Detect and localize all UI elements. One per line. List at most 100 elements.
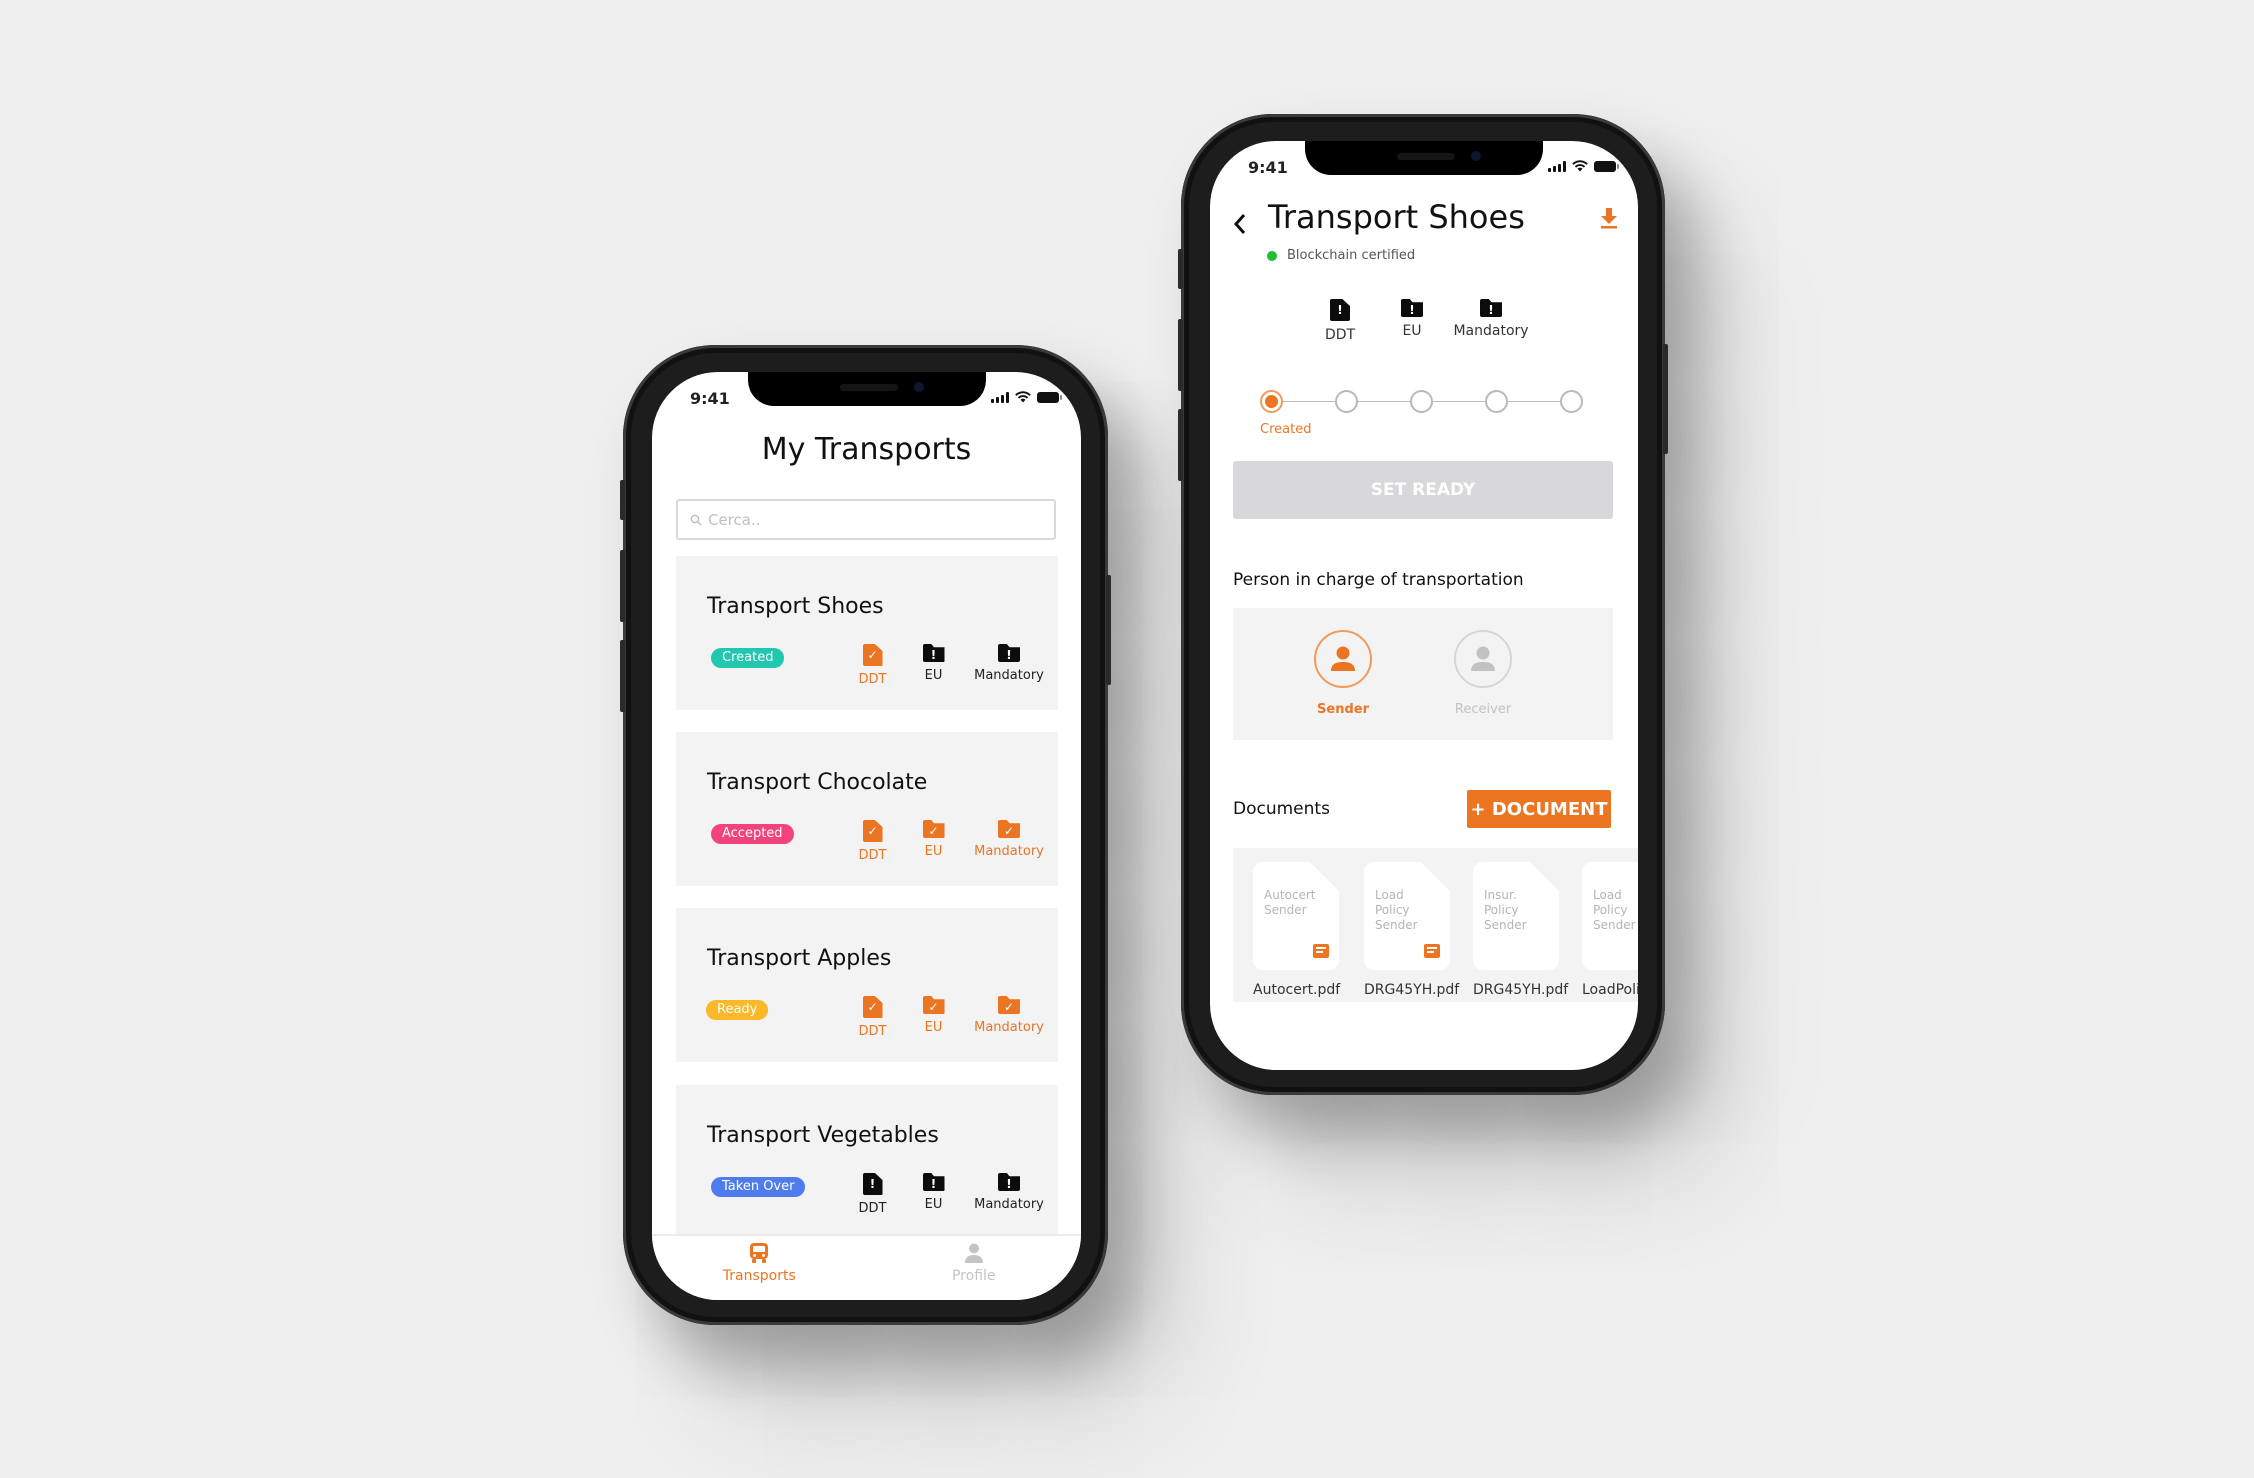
doc-status-ddt: ! DDT	[842, 1173, 903, 1216]
doc-label: DDT	[1324, 327, 1356, 343]
power-button	[1106, 575, 1111, 685]
status-badge: Created	[711, 648, 785, 668]
step-1	[1260, 390, 1283, 413]
transport-card[interactable]: Transport Chocolate Accepted ✓ DDT ✓ EU ✓ M…	[676, 732, 1058, 886]
document-type: Load Policy	[1593, 888, 1628, 917]
status-badge: Accepted	[711, 824, 794, 844]
add-document-button[interactable]: + DOCUMENT	[1467, 790, 1611, 828]
status-time: 9:41	[690, 389, 730, 408]
search-icon	[690, 514, 702, 525]
avatar	[1314, 630, 1372, 688]
folder-check-icon: ✓	[922, 996, 945, 1014]
step-2	[1335, 390, 1358, 413]
document-filename: DRG45YH.pdf	[1364, 982, 1460, 998]
document-owner: Sender	[1375, 918, 1418, 932]
certified-label: Blockchain certified	[1287, 248, 1416, 263]
documents-carousel[interactable]: Autocert Sender Autocert.pdf Load Policy…	[1233, 848, 1638, 1002]
person-selector: Sender Receiver	[1233, 608, 1613, 740]
download-icon[interactable]	[1600, 207, 1618, 229]
volume-up-button	[620, 550, 625, 622]
document-card[interactable]: Load Policy Sender DRG45YH.pdf	[1364, 862, 1460, 998]
folder-check-icon: ✓	[998, 820, 1020, 838]
doc-status-eu: ! EU	[1376, 299, 1448, 343]
tab-profile[interactable]: Profile	[867, 1236, 1082, 1300]
transport-list-screen: 9:41 My Transports Transport Shoes Creat…	[652, 372, 1081, 1300]
search-input[interactable]	[708, 510, 1036, 529]
document-status-list: ! DDT ! EU ! Mandatory	[1210, 299, 1638, 343]
phone-transport-detail: 9:41 Transport Shoes Blockchain certifie…	[1178, 114, 1668, 1095]
document-card[interactable]: Autocert Sender Autocert.pdf	[1253, 862, 1340, 998]
tab-transports[interactable]: Transports	[652, 1236, 867, 1300]
doc-status-mandatory: ! Mandatory	[1448, 299, 1534, 343]
wifi-icon	[1572, 160, 1588, 172]
step-5	[1560, 390, 1583, 413]
person-sender[interactable]: Sender	[1313, 630, 1373, 740]
person-label: Receiver	[1454, 702, 1512, 717]
doc-label: DDT	[858, 672, 887, 687]
doc-label: Mandatory	[1453, 323, 1529, 339]
transport-name: Transport Shoes	[707, 594, 884, 619]
transport-title: Transport Shoes	[1268, 198, 1525, 236]
transport-card[interactable]: Transport Vegetables Taken Over ! DDT ! EU…	[676, 1085, 1058, 1239]
avatar	[1454, 630, 1512, 688]
document-type: Autocert	[1264, 888, 1316, 902]
transport-card[interactable]: Transport Apples Ready ✓ DDT ✓ EU ✓ Mandato…	[676, 908, 1058, 1062]
bus-icon	[750, 1243, 769, 1263]
doc-label: EU	[1402, 323, 1422, 339]
folder-check-icon: ✓	[998, 996, 1020, 1014]
comment-icon	[1313, 944, 1329, 958]
mute-switch	[620, 480, 625, 520]
doc-status-ddt: ✓ DDT	[842, 820, 903, 863]
document-preview: Insur. Policy Sender	[1473, 862, 1559, 970]
document-owner: Sender	[1264, 903, 1307, 917]
doc-label: DDT	[858, 1024, 887, 1039]
doc-status-ddt: ! DDT	[1304, 299, 1376, 343]
file-check-icon: ✓	[862, 996, 883, 1018]
document-filename: DRG45YH.pdf	[1473, 982, 1569, 998]
notch	[1305, 141, 1543, 175]
search-field[interactable]	[676, 499, 1056, 540]
document-card[interactable]: Insur. Policy Sender DRG45YH.pdf	[1473, 862, 1569, 998]
status-icons	[1548, 160, 1619, 172]
tab-bar: Transports Profile	[652, 1234, 1081, 1300]
document-preview: Load Policy Sender	[1364, 862, 1450, 970]
document-status-list: ✓ DDT ✓ EU ✓ Mandatory	[842, 820, 1054, 863]
chevron-left-icon[interactable]	[1232, 211, 1248, 237]
status-badge: Ready	[706, 1000, 769, 1020]
doc-status-eu: ✓ EU	[903, 996, 964, 1039]
file-alert-icon: !	[862, 1173, 883, 1195]
doc-label: DDT	[858, 1201, 887, 1216]
folder-alert-icon: !	[998, 1173, 1020, 1191]
doc-status-ddt: ✓ DDT	[842, 996, 903, 1039]
doc-label: Mandatory	[974, 844, 1044, 859]
step-3	[1410, 390, 1433, 413]
comment-icon	[1424, 944, 1440, 958]
document-type: Load Policy	[1375, 888, 1410, 917]
status-badge: Taken Over	[711, 1177, 806, 1197]
document-card[interactable]: Load Policy Sender LoadPolicy.pdf	[1582, 862, 1638, 998]
document-status-list: ✓ DDT ! EU ! Mandatory	[842, 644, 1054, 687]
wifi-icon	[1015, 391, 1031, 403]
doc-status-mandatory: ! Mandatory	[964, 644, 1054, 687]
doc-status-ddt: ✓ DDT	[842, 644, 903, 687]
transport-card[interactable]: Transport Shoes Created ✓ DDT ! EU ! Mandat…	[676, 556, 1058, 710]
volume-up-button	[1178, 319, 1183, 391]
tab-label: Profile	[951, 1268, 996, 1284]
doc-status-eu: ! EU	[903, 1173, 964, 1216]
person-receiver[interactable]: Receiver	[1453, 630, 1513, 740]
doc-status-eu: ✓ EU	[903, 820, 964, 863]
doc-status-mandatory: ! Mandatory	[964, 1173, 1054, 1216]
power-button	[1663, 344, 1668, 454]
step-4	[1485, 390, 1508, 413]
person-icon	[1331, 646, 1355, 671]
transport-detail-screen: 9:41 Transport Shoes Blockchain certifie…	[1210, 141, 1638, 1070]
folder-alert-icon: !	[1401, 299, 1423, 317]
signal-icon	[991, 391, 1009, 403]
transport-name: Transport Vegetables	[707, 1123, 939, 1148]
folder-alert-icon: !	[998, 644, 1020, 662]
notch	[747, 372, 986, 406]
set-ready-button[interactable]: SET READY	[1233, 461, 1613, 519]
status-stepper	[1260, 390, 1583, 414]
doc-status-mandatory: ✓ Mandatory	[964, 820, 1054, 863]
person-icon	[964, 1243, 983, 1263]
